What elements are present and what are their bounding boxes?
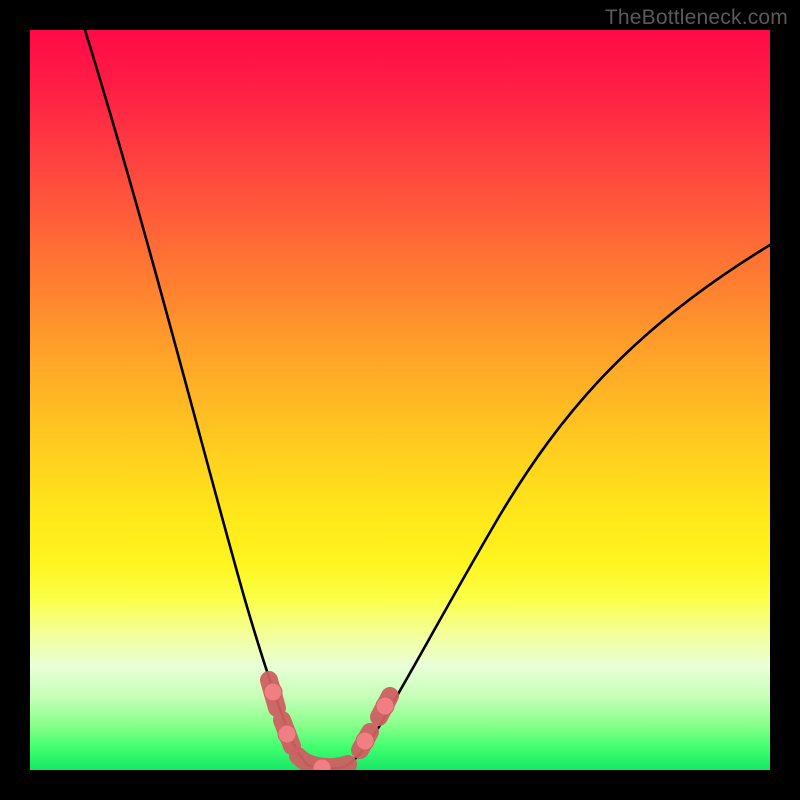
curve-left-branch (85, 30, 308, 765)
chart-frame: TheBottleneck.com (0, 0, 800, 800)
curve-right-branch (340, 245, 770, 768)
plot-area (30, 30, 770, 770)
watermark-text: TheBottleneck.com (605, 6, 788, 30)
bottleneck-curve (30, 30, 770, 770)
